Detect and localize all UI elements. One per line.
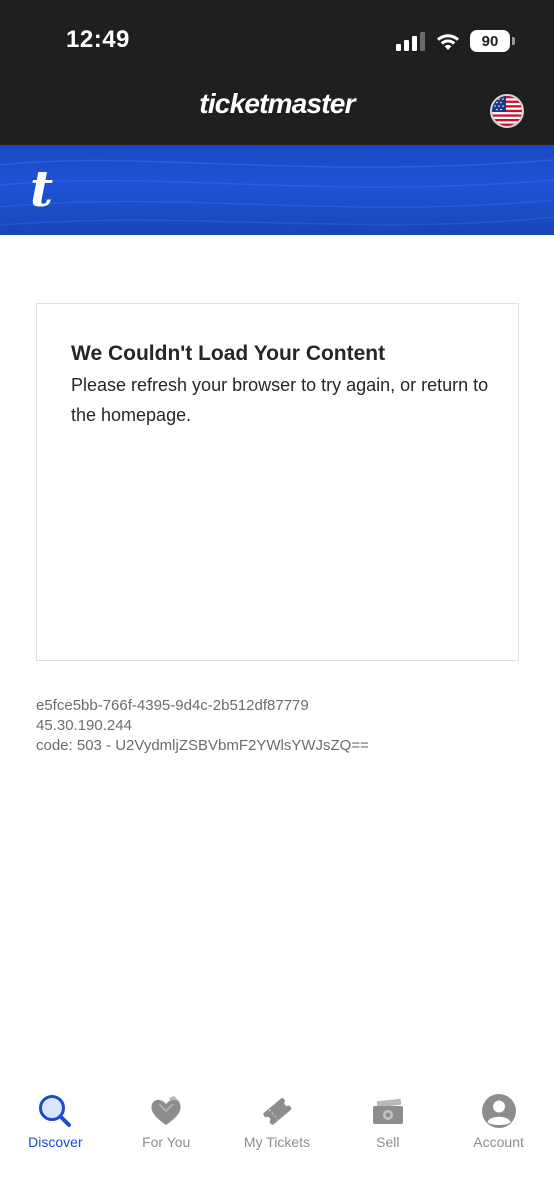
ticket-icon: [263, 1098, 292, 1125]
heart-icon: [151, 1096, 181, 1125]
nav-label-for-you: For You: [142, 1134, 191, 1150]
nav-sell[interactable]: Sell: [332, 1082, 443, 1162]
search-icon: [39, 1095, 72, 1127]
nav-discover[interactable]: Discover: [0, 1082, 111, 1162]
nav-for-you[interactable]: For You: [111, 1082, 222, 1162]
status-icons: 90: [396, 28, 515, 54]
error-details: e5fce5bb-766f-4395-9d4c-2b512df87779 45.…: [36, 696, 369, 756]
ip-address: 45.30.190.244: [36, 717, 132, 734]
brand-logo: ticketmaster: [199, 88, 355, 119]
nav-label-discover: Discover: [28, 1134, 83, 1150]
home-indicator: [182, 1188, 372, 1193]
cash-icon: [372, 1098, 403, 1124]
wifi-icon: [437, 34, 459, 50]
hero-banner: t: [0, 145, 554, 235]
error-message: Please refresh your browser to try again…: [71, 375, 489, 425]
top-bar: 12:49 90 ticketmaster: [0, 0, 554, 145]
battery-icon: 90: [470, 30, 515, 52]
bottom-nav: Discover For You My Tickets Sell Account: [0, 1082, 554, 1162]
us-flag-icon[interactable]: [490, 94, 524, 128]
nav-label-my-tickets: My Tickets: [243, 1134, 311, 1150]
banner-logo: t: [30, 159, 54, 218]
error-title: We Couldn't Load Your Content: [71, 342, 386, 365]
battery-level: 90: [481, 32, 499, 50]
signal-icon: [396, 32, 425, 51]
nav-account[interactable]: Account: [443, 1082, 554, 1162]
nav-label-sell: Sell: [376, 1134, 400, 1150]
banner-wave-decoration: [0, 159, 554, 226]
status-time: 12:49: [66, 26, 130, 53]
request-id: e5fce5bb-766f-4395-9d4c-2b512df87779: [36, 697, 309, 714]
nav-my-tickets[interactable]: My Tickets: [222, 1082, 333, 1162]
nav-label-account: Account: [473, 1134, 524, 1150]
error-code: code: 503 - U2VydmljZSBVbmF2YWlsYWJsZQ==: [36, 737, 369, 754]
person-icon: [481, 1094, 516, 1128]
error-card: We Couldn't Load Your Content Please ref…: [36, 303, 519, 661]
